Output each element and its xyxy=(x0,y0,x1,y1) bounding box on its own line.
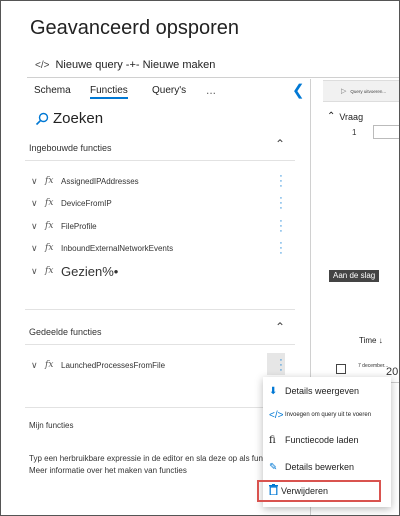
more-options-icon[interactable]: · · · xyxy=(276,237,286,258)
function-icon: fx xyxy=(45,266,54,276)
expand-chevron-icon[interactable]: ∨ xyxy=(31,266,45,277)
page-title: Geavanceerd opsporen xyxy=(30,17,240,39)
menu-item-label: Verwijderen xyxy=(281,486,329,496)
function-name: AssignedIPAddresses xyxy=(61,176,139,186)
function-icon: fx xyxy=(45,360,54,370)
run-query-label[interactable]: Query uitvoeren... xyxy=(350,89,386,94)
line-number: 1 xyxy=(352,128,357,137)
function-name: Gezien%• xyxy=(61,263,119,279)
insert-code-icon: </> xyxy=(269,409,284,421)
menu-item-edit-details[interactable]: ✎ Details bewerken xyxy=(263,456,391,478)
tab-schema[interactable]: Schema xyxy=(34,85,71,96)
shared-collapse-chevron-icon[interactable]: ⌃ xyxy=(275,320,285,334)
trash-icon xyxy=(259,484,281,498)
menu-item-label: Details bewerken xyxy=(285,462,355,472)
function-row[interactable]: ∨ fx InboundExternalNetworkEvents · · · xyxy=(31,237,286,258)
menu-item-label: Details weergeven xyxy=(285,386,360,396)
function-name: LaunchedProcessesFromFile xyxy=(61,360,166,370)
function-icon: fx xyxy=(45,198,54,208)
search-icon xyxy=(35,112,49,125)
builtin-collapse-chevron-icon[interactable]: ⌃ xyxy=(275,137,285,151)
query-toolbar: ▷ Query uitvoeren... xyxy=(323,80,399,102)
row-checkbox[interactable] xyxy=(336,364,346,374)
shared-top-divider xyxy=(25,309,295,310)
builtin-functions-heading: Ingebouwde functies xyxy=(29,143,112,153)
menu-item-insert-query[interactable]: </> Invoegen om query uit te voeren xyxy=(263,404,391,426)
query-label: Vraag xyxy=(339,111,364,122)
function-row[interactable]: ∨ fx AssignedIPAddresses · · · xyxy=(31,170,286,191)
collapse-panel-chevron-icon[interactable]: ❮ xyxy=(292,81,305,99)
menu-item-delete[interactable]: Verwijderen xyxy=(257,480,381,502)
more-options-icon[interactable]: · · · xyxy=(276,354,286,375)
query-tab-label: Nieuwe query -+- Nieuwe maken xyxy=(55,59,216,71)
function-name: FileProfile xyxy=(61,221,97,231)
builtin-divider xyxy=(25,160,295,161)
menu-item-label: Functiecode laden xyxy=(285,435,359,445)
function-icon: fi xyxy=(269,434,276,446)
collapse-query-chevron-icon[interactable]: ⌃ xyxy=(327,111,335,122)
function-row[interactable]: ∨ fx LaunchedProcessesFromFile · · · xyxy=(31,354,286,375)
function-icon: fx xyxy=(45,221,54,231)
details-icon: ⬇ xyxy=(269,385,278,397)
get-started-label[interactable]: Aan de slag xyxy=(329,270,380,282)
time-column-header[interactable]: Time ↓ xyxy=(359,336,383,345)
tab-functions[interactable]: Functies xyxy=(90,85,128,99)
search-label: Zoeken xyxy=(53,110,104,127)
expand-chevron-icon[interactable]: ∨ xyxy=(31,221,45,232)
function-row[interactable]: ∨ fx FileProfile · · · xyxy=(31,215,286,236)
expand-chevron-icon[interactable]: ∨ xyxy=(31,198,45,209)
expand-chevron-icon[interactable]: ∨ xyxy=(31,360,45,371)
expand-chevron-icon[interactable]: ∨ xyxy=(31,243,45,254)
shared-functions-heading: Gedeelde functies xyxy=(29,327,102,337)
function-name: InboundExternalNetworkEvents xyxy=(61,243,174,253)
edit-icon: ✎ xyxy=(269,461,278,473)
query-editor[interactable] xyxy=(373,125,399,139)
function-row[interactable]: ∨ fx DeviceFromIP · · · xyxy=(31,192,286,213)
run-query-icon[interactable]: ▷ xyxy=(341,87,346,95)
query-tab-divider xyxy=(27,77,399,78)
tab-more[interactable]: ... xyxy=(206,83,216,97)
function-row[interactable]: ∨ fx Gezien%• xyxy=(31,262,286,280)
query-tab[interactable]: </> Nieuwe query -+- Nieuwe maken xyxy=(35,59,215,71)
shared-divider xyxy=(25,344,295,345)
function-search[interactable]: Zoeken xyxy=(35,110,103,127)
function-icon: fx xyxy=(45,243,54,253)
query-section[interactable]: ⌃ Vraag xyxy=(327,111,363,122)
my-functions-hint: Typ een herbruikbare expressie in de edi… xyxy=(29,454,278,475)
function-icon: fx xyxy=(45,176,54,186)
advanced-hunting-window: Geavanceerd opsporen </> Nieuwe query -+… xyxy=(0,0,400,516)
menu-item-load-code[interactable]: fi Functiecode laden xyxy=(263,429,391,451)
function-context-menu: ⬇ Details weergeven </> Invoegen om quer… xyxy=(257,377,391,507)
tab-queries[interactable]: Query's xyxy=(152,85,186,96)
my-functions-heading: Mijn functies xyxy=(29,421,74,430)
more-options-icon[interactable]: · · · xyxy=(276,215,286,236)
function-name: DeviceFromIP xyxy=(61,198,112,208)
more-options-icon[interactable]: · · · xyxy=(276,170,286,191)
row-date: 7 december... xyxy=(358,363,389,369)
expand-chevron-icon[interactable]: ∨ xyxy=(31,176,45,187)
menu-item-view-details[interactable]: ⬇ Details weergeven xyxy=(263,380,391,402)
menu-item-label: Invoegen om query uit te voeren xyxy=(285,412,372,418)
code-icon: </> xyxy=(35,59,50,71)
mine-top-divider xyxy=(25,407,295,408)
more-options-icon[interactable]: · · · xyxy=(276,192,286,213)
